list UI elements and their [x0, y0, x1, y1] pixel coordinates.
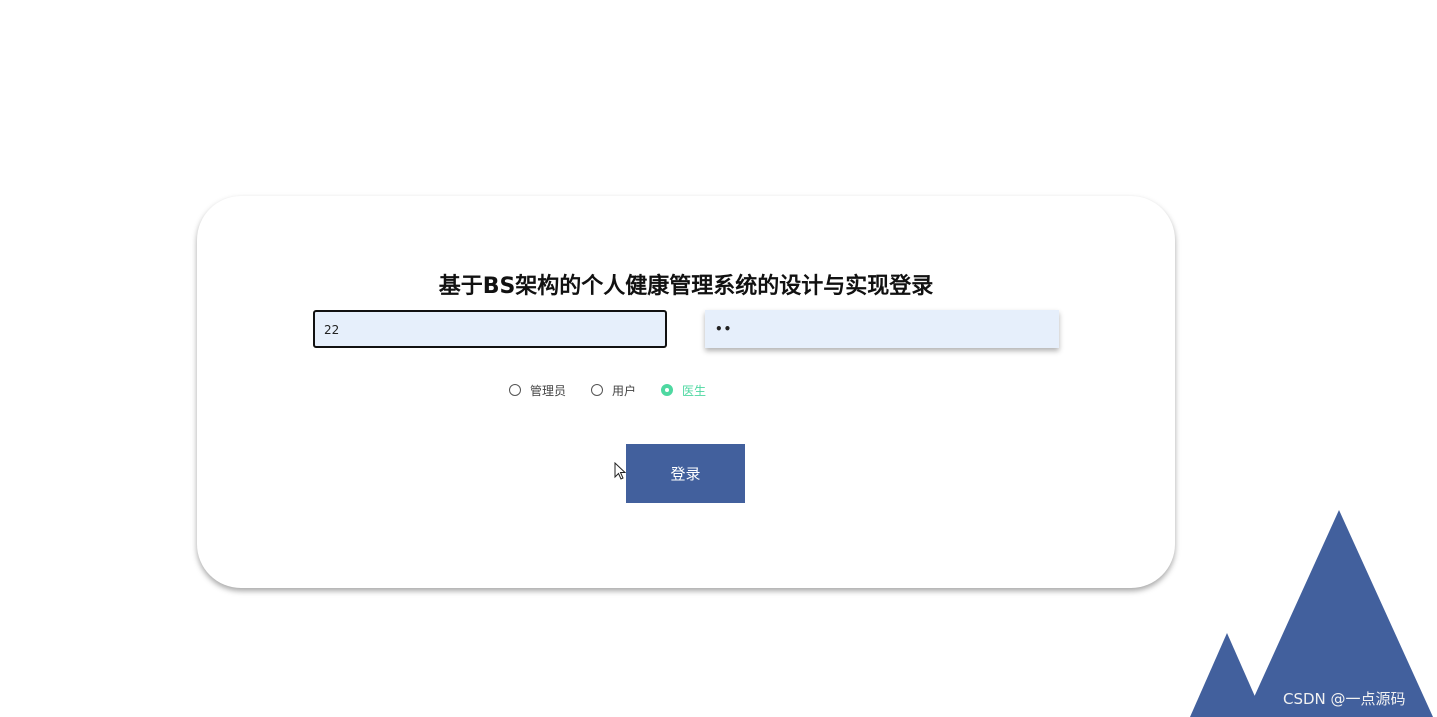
role-radio-group: 管理员 用户 医生 [509, 381, 731, 399]
page-title: 基于BS架构的个人健康管理系统的设计与实现登录 [438, 274, 934, 299]
radio-admin[interactable] [509, 384, 521, 396]
role-label-user: 用户 [612, 383, 637, 398]
radio-user[interactable] [591, 384, 604, 396]
username-input[interactable]: 22 [313, 310, 667, 348]
role-option-user[interactable]: 用户 [591, 382, 636, 399]
mountain-decoration-large [1245, 510, 1433, 717]
role-label-admin: 管理员 [530, 383, 567, 398]
login-page: 基于BS架构的个人健康管理系统的设计与实现登录 22 •• 管理员 用户 医生 … [0, 0, 1437, 717]
login-button[interactable]: 登录 [626, 444, 745, 503]
password-input[interactable]: •• [705, 310, 1059, 348]
radio-doctor[interactable] [661, 384, 674, 396]
role-option-doctor[interactable]: 医生 [661, 382, 706, 399]
login-card: 基于BS架构的个人健康管理系统的设计与实现登录 22 •• 管理员 用户 医生 … [197, 196, 1175, 588]
watermark-text: CSDN @一点源码 [1283, 690, 1406, 708]
mouse-pointer-icon [614, 462, 626, 480]
role-label-doctor: 医生 [682, 383, 707, 398]
role-option-admin[interactable]: 管理员 [509, 382, 566, 399]
